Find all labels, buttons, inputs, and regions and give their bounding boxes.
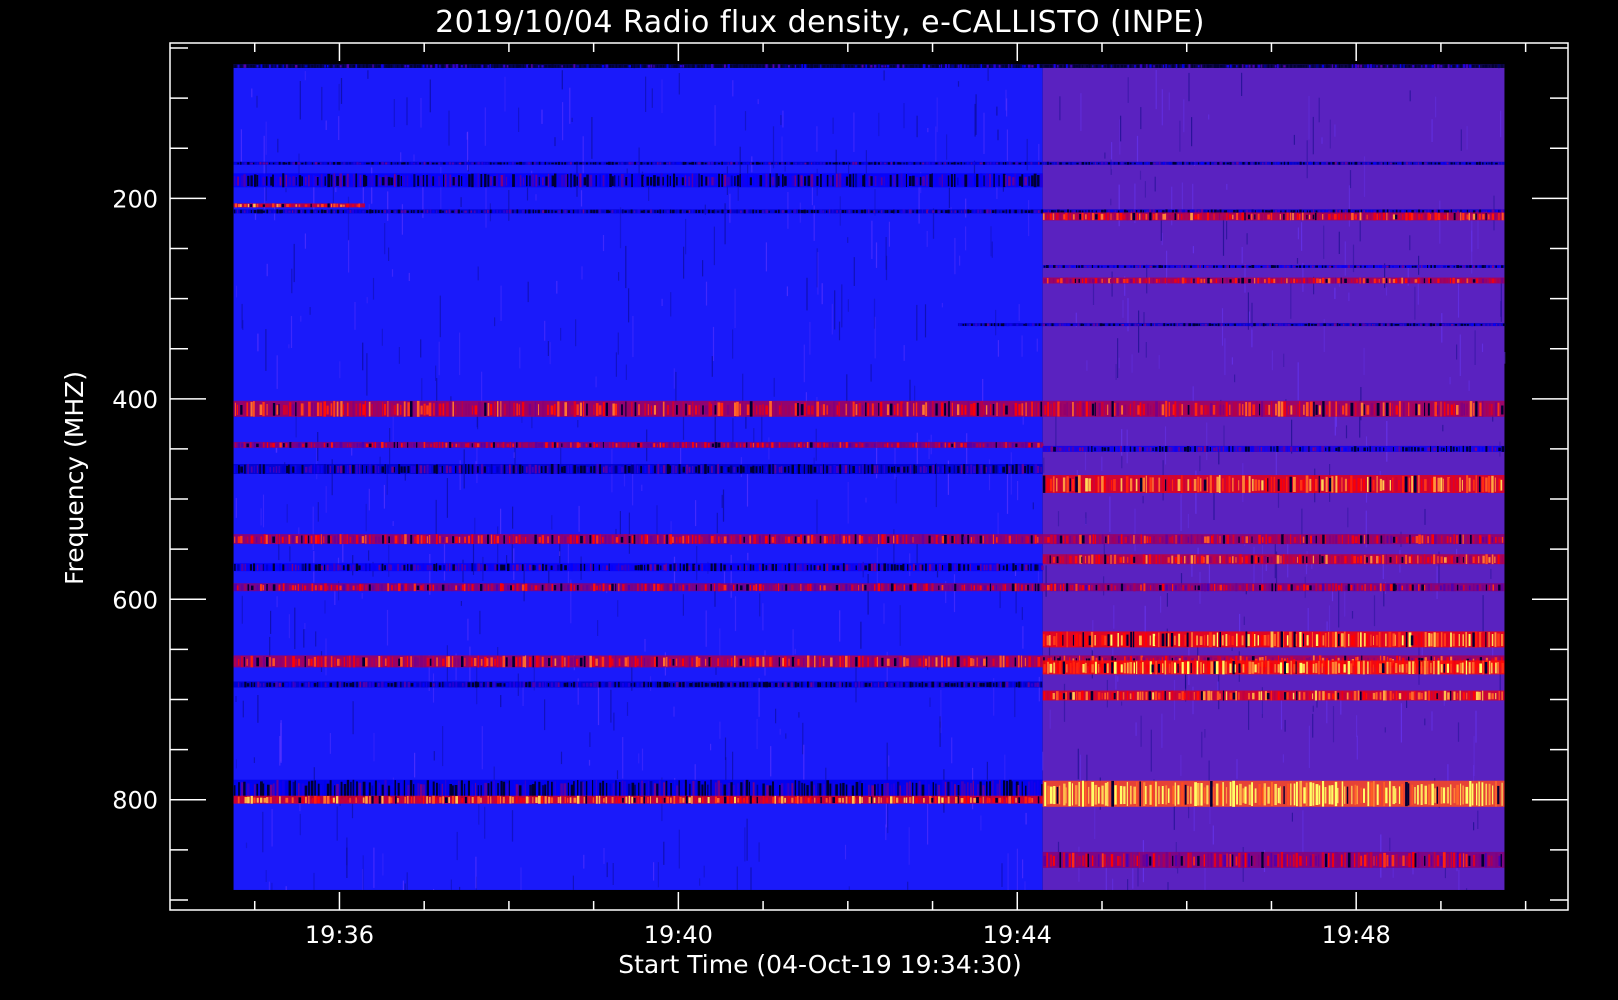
y-tick-label: 400 <box>112 386 158 414</box>
frequency-band <box>233 64 1505 69</box>
frequency-band <box>233 534 1505 545</box>
frequency-band <box>1042 475 1505 493</box>
frequency-band <box>233 400 1505 417</box>
heatmap <box>233 64 1506 890</box>
background-region-pre <box>233 64 1043 890</box>
frequency-band <box>1042 554 1505 565</box>
frequency-band <box>233 583 1505 592</box>
frequency-band <box>233 681 1043 688</box>
frequency-band <box>1042 631 1505 648</box>
frequency-band <box>233 173 1043 188</box>
frequency-band <box>1042 780 1505 807</box>
frequency-band <box>957 323 1506 327</box>
spectrogram-chart: 19:36 19:40 19:44 19:48 200 400 600 800 2019/10… <box>0 0 1618 1000</box>
x-tick-label: 19:44 <box>983 921 1052 949</box>
frequency-band <box>233 161 1505 165</box>
frequency-band <box>1042 265 1505 268</box>
y-tick-label: 800 <box>112 787 158 815</box>
x-axis-label: Start Time (04-Oct-19 19:34:30) <box>618 950 1021 979</box>
frequency-band <box>1042 212 1505 221</box>
frequency-band <box>233 203 365 208</box>
y-tick-label: 200 <box>112 185 158 213</box>
x-tick-label: 19:48 <box>1322 921 1391 949</box>
frequency-band <box>1042 277 1505 284</box>
frequency-band <box>1042 660 1505 675</box>
frequency-band <box>233 464 1043 474</box>
frequency-band <box>1042 851 1505 868</box>
x-tick-label: 19:36 <box>305 921 374 949</box>
frequency-band <box>1042 445 1505 452</box>
y-tick-label: 600 <box>112 586 158 614</box>
frequency-band <box>1042 690 1505 701</box>
frequency-band <box>233 795 1043 804</box>
frequency-band <box>233 441 1044 448</box>
chart-title: 2019/10/04 Radio flux density, e-CALLIST… <box>435 5 1205 40</box>
x-tick-label: 19:40 <box>644 921 713 949</box>
frequency-band <box>233 563 1044 572</box>
y-axis-label: Frequency (MHZ) <box>60 371 89 585</box>
